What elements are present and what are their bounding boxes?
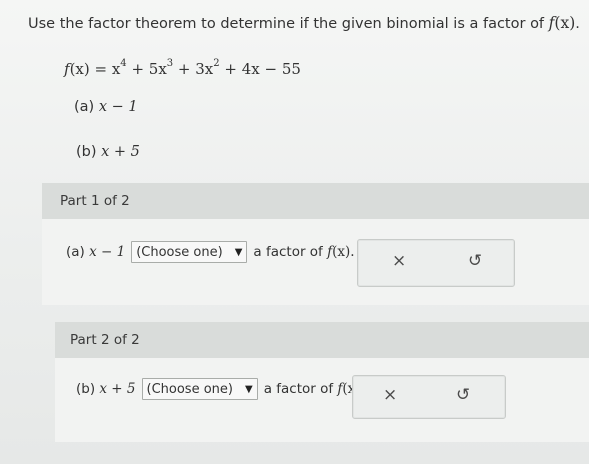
part-1-label: (a) (66, 244, 85, 260)
function-definition: f(x) = x4 + 5x3 + 3x2 + 4x − 55 (64, 58, 301, 78)
question-function-arg: (x) (554, 14, 576, 32)
question-prompt: Use the factor theorem to determine if t… (28, 16, 545, 32)
part-2-answer-row: (b) x + 5 (Choose one) ▼ a factor of f(x… (76, 378, 365, 400)
part-1-select-value: (Choose one) (136, 244, 223, 260)
question-text: Use the factor theorem to determine if t… (28, 14, 580, 32)
function-lhs-arg: (x) = x (69, 60, 121, 78)
term-4x-55: + 4x − 55 (219, 60, 301, 78)
undo-icon[interactable]: ↺ (468, 251, 482, 271)
part-1-tools: × ↺ (357, 239, 515, 287)
part-2-label: (b) (76, 381, 96, 397)
part-2-select-value: (Choose one) (146, 381, 233, 397)
binomial-b: (b) x + 5 (76, 144, 140, 160)
part-1-binomial: x − 1 (89, 244, 126, 260)
binomial-b-label: (b) (76, 144, 97, 160)
part-2-tools: × ↺ (352, 375, 506, 419)
part-2-binomial: x + 5 (99, 381, 136, 397)
part-1-header: Part 1 of 2 (42, 183, 589, 219)
part-2-header: Part 2 of 2 (55, 322, 589, 358)
binomial-a-expr: x − 1 (98, 99, 138, 115)
part-2-choose-select[interactable]: (Choose one) ▼ (141, 378, 258, 400)
binomial-a-label: (a) (74, 99, 95, 115)
binomial-b-expr: x + 5 (101, 144, 140, 160)
close-icon[interactable]: × (392, 251, 406, 271)
part-1-card: Part 1 of 2 (a) x − 1 (Choose one) ▼ a f… (42, 183, 589, 305)
part-2-suffix: a factor of (263, 381, 334, 397)
undo-icon[interactable]: ↺ (456, 385, 470, 405)
chevron-down-icon: ▼ (234, 246, 243, 258)
page: Use the factor theorem to determine if t… (0, 0, 589, 464)
close-icon[interactable]: × (383, 385, 397, 405)
part-1-suffix: a factor of (253, 244, 323, 260)
part-1-farg: (x). (332, 244, 355, 260)
term-3x: + 3x (173, 60, 214, 78)
part-2-card: Part 2 of 2 (b) x + 5 (Choose one) ▼ a f… (55, 322, 589, 442)
part-1-choose-select[interactable]: (Choose one) ▼ (131, 241, 248, 263)
term-5x: + 5x (126, 60, 167, 78)
binomial-a: (a) x − 1 (74, 99, 138, 115)
chevron-down-icon: ▼ (244, 383, 253, 395)
question-period: . (575, 16, 580, 32)
part-1-answer-row: (a) x − 1 (Choose one) ▼ a factor of f(x… (66, 241, 355, 263)
